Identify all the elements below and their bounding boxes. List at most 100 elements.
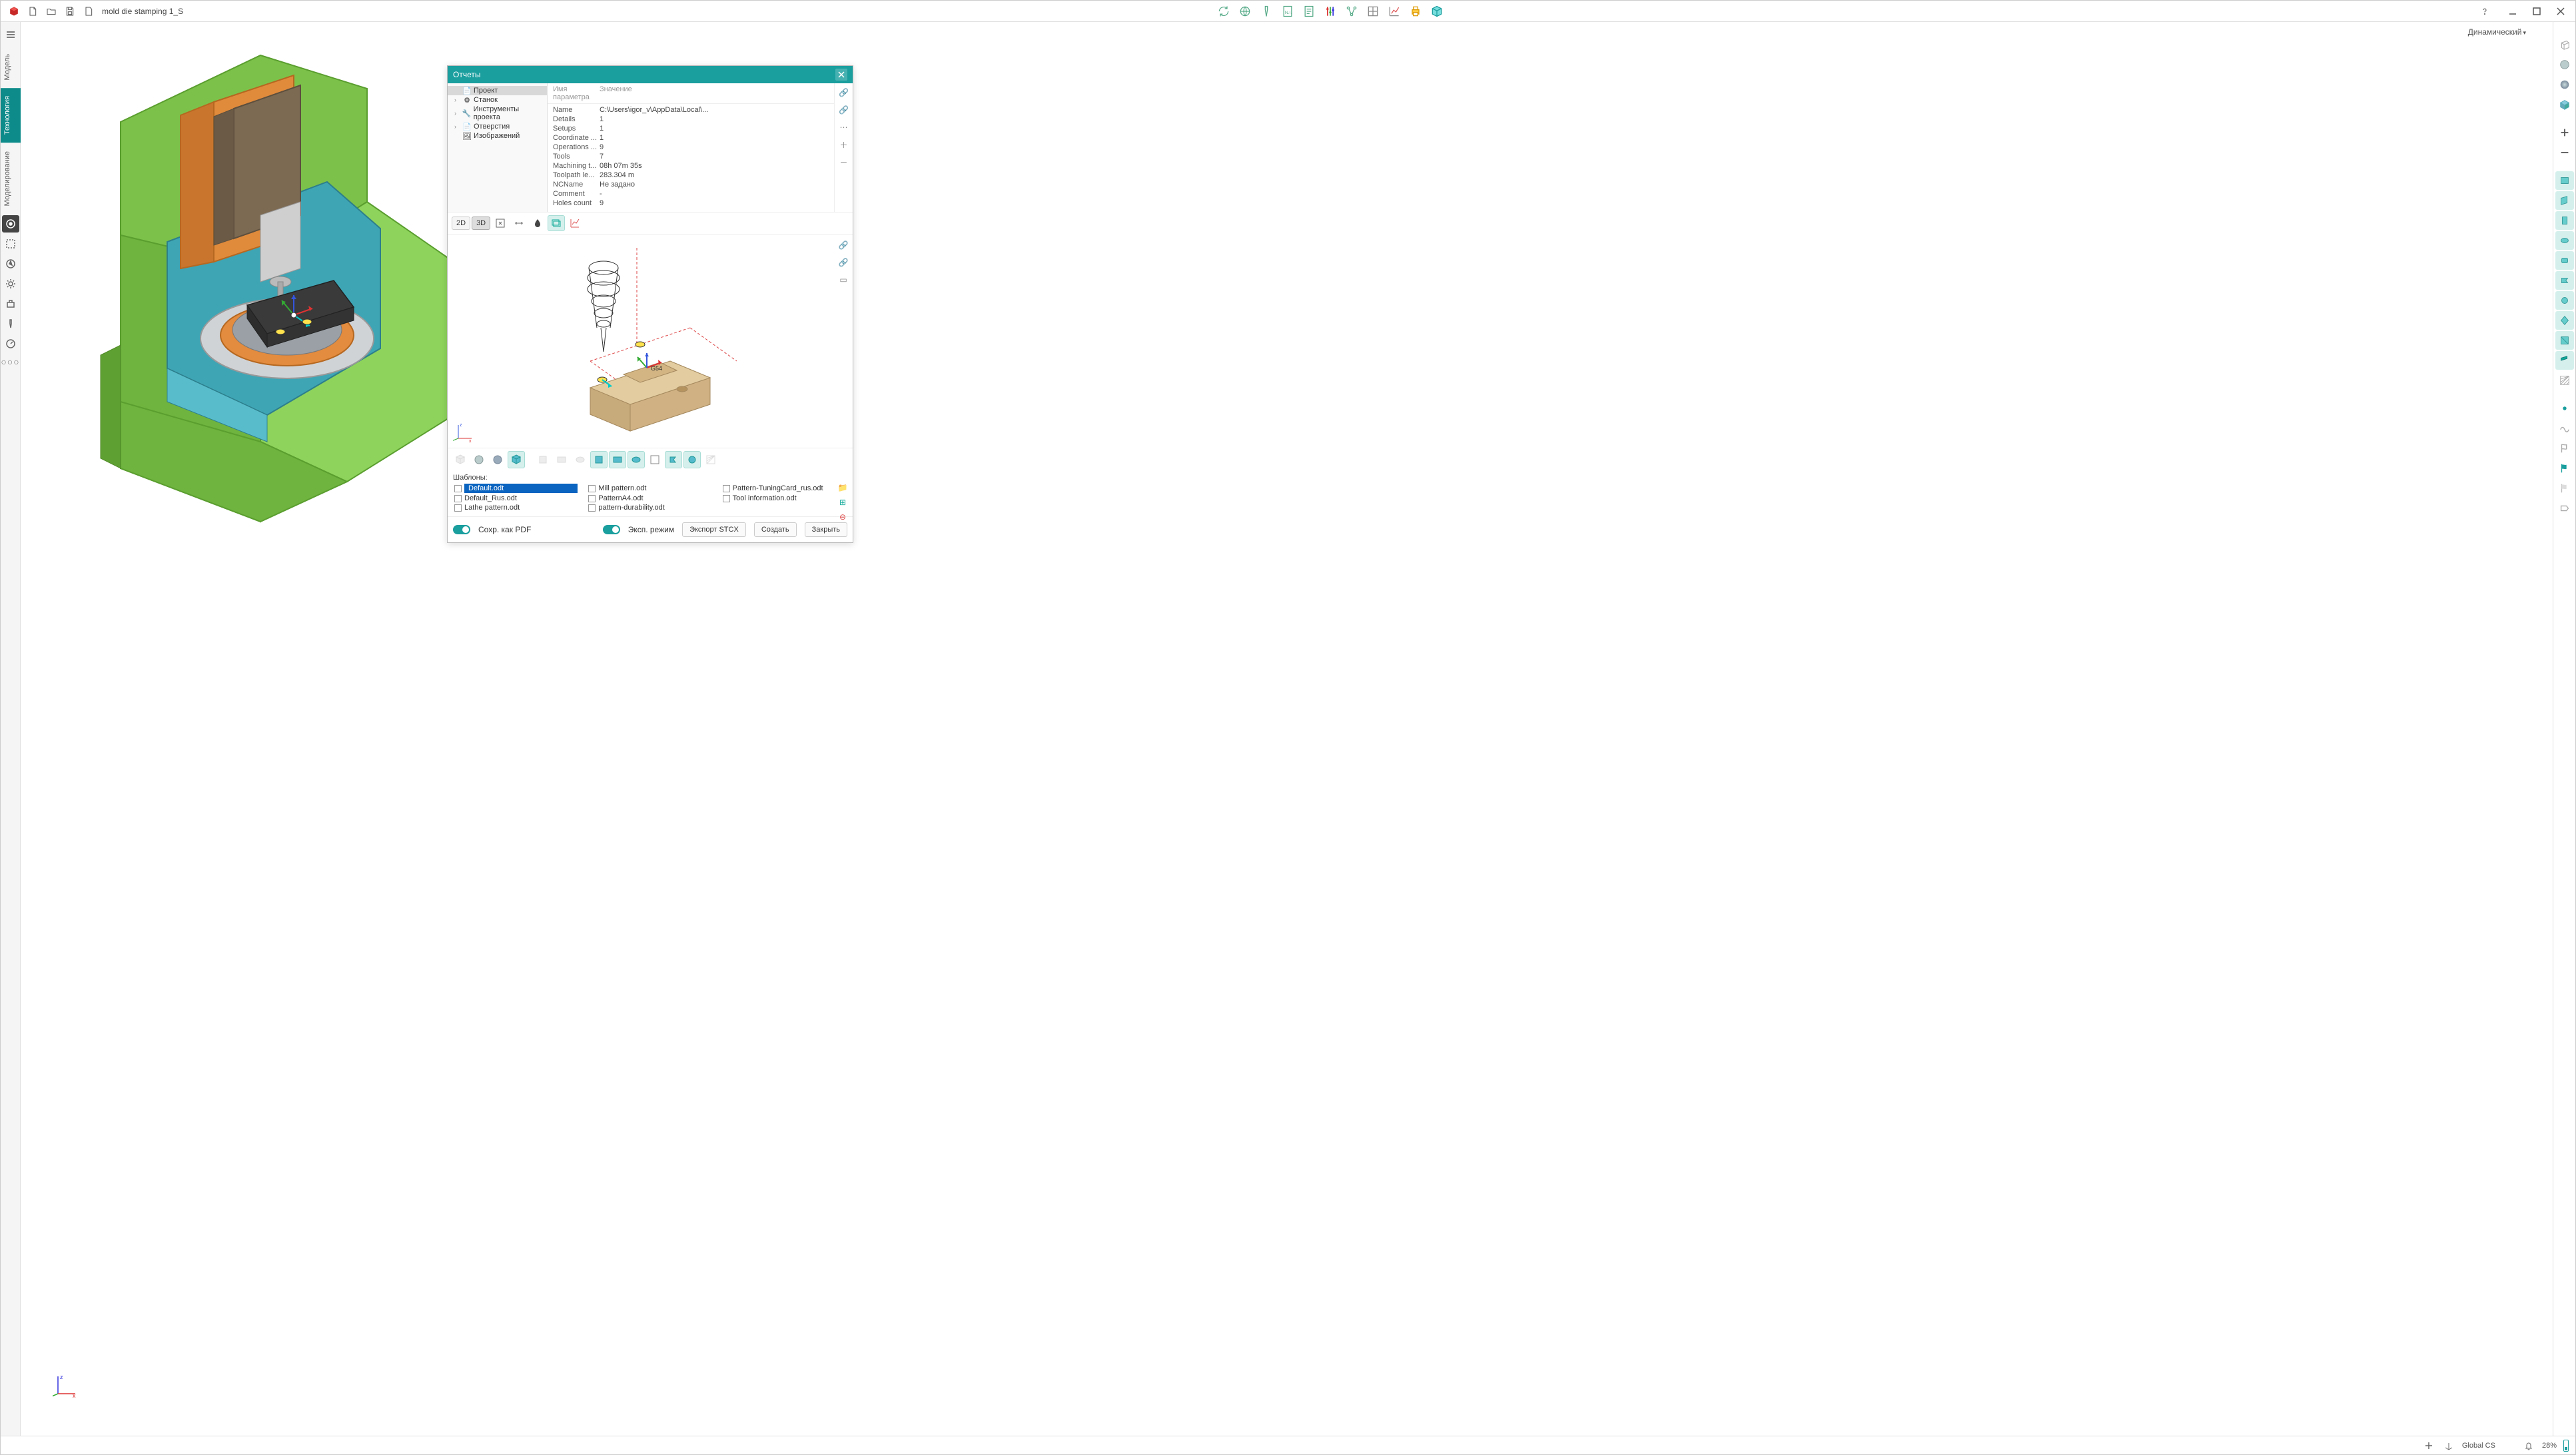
tb-shape6-icon[interactable] xyxy=(628,451,645,468)
tb-sphere1-icon[interactable] xyxy=(470,451,488,468)
prop-row[interactable]: Setups1 xyxy=(553,124,829,133)
maximize-button[interactable] xyxy=(2527,3,2546,19)
exp-mode-toggle[interactable] xyxy=(603,525,620,534)
plus-sm-icon[interactable]: ＋ xyxy=(837,138,851,151)
pv-link-icon[interactable]: 🔗 xyxy=(837,239,850,252)
rotate-icon[interactable] xyxy=(1214,2,1233,21)
prop-row[interactable]: NameC:\Users\igor_v\AppData\Local\... xyxy=(553,105,829,115)
view-10-icon[interactable] xyxy=(2555,351,2574,370)
help-icon[interactable] xyxy=(2477,3,2493,19)
prop-row[interactable]: Holes count9 xyxy=(553,199,829,208)
tree-node-tools[interactable]: ›🔧Инструменты проекта xyxy=(448,105,547,122)
3d-button[interactable]: 3D xyxy=(472,217,490,230)
tb-shape5-icon[interactable] xyxy=(609,451,626,468)
tab-model[interactable]: Модель xyxy=(1,46,21,88)
preview-3d[interactable]: 🔗 🔗 ▭ xyxy=(448,235,853,448)
sb-axis-icon[interactable] xyxy=(2442,1439,2455,1452)
export-stcx-button[interactable]: Экспорт STCX xyxy=(682,522,746,537)
compass-icon[interactable] xyxy=(2,255,19,272)
prop-row[interactable]: Coordinate ...1 xyxy=(553,133,829,143)
nodes-icon[interactable] xyxy=(1342,2,1361,21)
drill-icon[interactable] xyxy=(2,315,19,332)
wave-icon[interactable] xyxy=(2555,419,2574,438)
layers-icon[interactable] xyxy=(548,215,565,231)
prop-row[interactable]: Machining t...08h 07m 35s xyxy=(553,161,829,171)
dot-teal-icon[interactable] xyxy=(2555,399,2574,418)
view-mode-label[interactable]: Динамический xyxy=(2468,27,2526,37)
grid-icon[interactable] xyxy=(1364,2,1382,21)
pv-select-icon[interactable]: ▭ xyxy=(837,273,850,286)
gauge-icon[interactable] xyxy=(2,335,19,352)
template-item[interactable]: Mill pattern.odt xyxy=(587,483,713,494)
tag-icon[interactable] xyxy=(2555,499,2574,518)
print-icon[interactable] xyxy=(1406,2,1425,21)
template-item[interactable]: pattern-durability.odt xyxy=(587,503,713,512)
app-logo-icon[interactable] xyxy=(6,3,22,19)
tb-shape4-icon[interactable] xyxy=(590,451,608,468)
template-item[interactable]: PatternA4.odt xyxy=(587,494,713,503)
measure-icon[interactable] xyxy=(510,215,528,231)
view-3-icon[interactable] xyxy=(2555,211,2574,230)
sb-plus-icon[interactable] xyxy=(2422,1439,2435,1452)
view-7-icon[interactable] xyxy=(2555,291,2574,310)
sb-bell-icon[interactable] xyxy=(2522,1439,2535,1452)
view-4-icon[interactable] xyxy=(2555,231,2574,250)
prop-row[interactable]: Comment- xyxy=(553,189,829,199)
prop-row[interactable]: Operations ...9 xyxy=(553,143,829,152)
dots-icon[interactable]: ⋯ xyxy=(837,121,851,134)
open-folder-icon[interactable] xyxy=(43,3,59,19)
pv-link2-icon[interactable]: 🔗 xyxy=(837,256,850,269)
view-5-icon[interactable] xyxy=(2555,251,2574,270)
view-9-icon[interactable] xyxy=(2555,331,2574,350)
report-icon[interactable] xyxy=(1300,2,1318,21)
view-2-icon[interactable] xyxy=(2555,191,2574,210)
reports-close-button[interactable] xyxy=(835,69,847,81)
tree-node-images[interactable]: 🖼Изображений xyxy=(448,131,547,141)
tpl-add-icon[interactable]: ⊞ xyxy=(837,496,849,508)
tree-node-holes[interactable]: ›📄Отверстия xyxy=(448,122,547,131)
sb-cs-label[interactable]: Global CS xyxy=(2462,1442,2495,1450)
tpl-folder-icon[interactable]: 📁 xyxy=(837,482,849,494)
plus-icon[interactable] xyxy=(2555,123,2574,142)
menu-icon[interactable] xyxy=(3,27,18,42)
cube-wire-icon[interactable] xyxy=(2555,35,2574,54)
template-item[interactable]: Lathe pattern.odt xyxy=(453,503,579,512)
machine-icon[interactable] xyxy=(2,295,19,312)
sphere-icon[interactable] xyxy=(2555,55,2574,74)
box-icon[interactable] xyxy=(1428,2,1446,21)
template-item[interactable]: Pattern-TuningCard_rus.odt xyxy=(721,483,847,494)
minimize-button[interactable] xyxy=(2503,3,2522,19)
tree-node-machine[interactable]: ›⚙Станок xyxy=(448,95,547,105)
save-pdf-toggle[interactable] xyxy=(453,525,470,534)
prop-row[interactable]: NCNameНе задано xyxy=(553,180,829,189)
template-item[interactable]: Default.odt xyxy=(453,483,579,494)
template-item[interactable]: Default_Rus.odt xyxy=(453,494,579,503)
tab-technology[interactable]: Технология xyxy=(1,88,21,143)
nc-file-icon[interactable]: N.I. xyxy=(1278,2,1297,21)
view-8-icon[interactable] xyxy=(2555,311,2574,330)
save-icon[interactable] xyxy=(62,3,78,19)
view-6-icon[interactable] xyxy=(2555,271,2574,290)
template-item[interactable]: Tool information.odt xyxy=(721,494,847,503)
sb-zoom-label[interactable]: 28% xyxy=(2542,1442,2557,1450)
sliders-icon[interactable] xyxy=(1321,2,1340,21)
tpl-remove-icon[interactable]: ⊖ xyxy=(837,511,849,523)
chart-icon[interactable] xyxy=(1385,2,1404,21)
tb-shape8-icon[interactable] xyxy=(665,451,682,468)
tb-sphere2-icon[interactable] xyxy=(489,451,506,468)
dashed-box-icon[interactable] xyxy=(2,235,19,252)
new-file-icon[interactable] xyxy=(25,3,41,19)
tb-shape7-icon[interactable] xyxy=(646,451,663,468)
target-icon[interactable] xyxy=(2,215,19,233)
minus-sm-icon[interactable]: － xyxy=(837,155,851,169)
reports-titlebar[interactable]: Отчеты xyxy=(448,66,853,83)
tool-icon[interactable] xyxy=(1257,2,1276,21)
gear-icon[interactable] xyxy=(2,275,19,292)
link2-icon[interactable]: 🔗 xyxy=(837,103,851,117)
flag-teal-icon[interactable] xyxy=(2555,459,2574,478)
tb-shape9-icon[interactable] xyxy=(683,451,701,468)
link-icon[interactable]: 🔗 xyxy=(837,86,851,99)
viewport-3d[interactable]: Динамический xyxy=(21,22,2553,1436)
prop-row[interactable]: Toolpath le...283.304 m xyxy=(553,171,829,180)
tab-modeling[interactable]: Моделирование xyxy=(1,143,21,214)
